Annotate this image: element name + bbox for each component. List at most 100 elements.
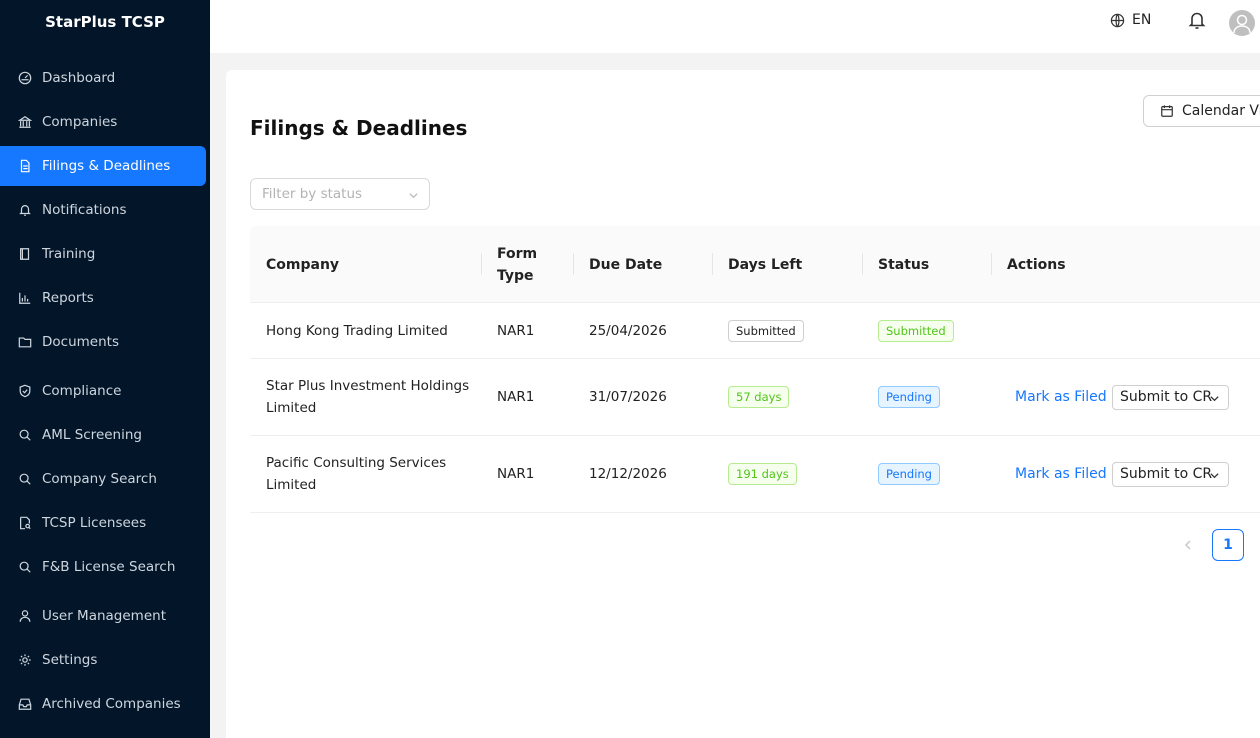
user-avatar[interactable] [1229,10,1255,36]
sidebar-item-label: Filings & Deadlines [42,158,171,174]
status-filter-placeholder: Filter by status [262,186,363,202]
bank-icon [18,115,32,129]
sidebar-item-company-search[interactable]: Company Search [0,459,206,499]
sidebar-item-label: Companies [42,114,118,130]
globe-icon [1110,13,1125,27]
sidebar-item-settings[interactable]: Settings [0,640,206,680]
sidebar-item-fb-license-search[interactable]: F&B License Search [0,547,206,587]
search-icon [18,428,32,442]
mark-as-filed-link[interactable]: Mark as Filed [1015,463,1107,485]
bar-chart-icon [18,291,32,305]
calendar-view-label: Calendar View [1182,103,1260,119]
column-divider [862,253,863,275]
sidebar-item-label: Archived Companies [42,696,181,712]
sidebar-item-label: AML Screening [42,427,142,443]
sidebar-item-aml-screening[interactable]: AML Screening [0,415,206,455]
sidebar-item-filings[interactable]: Filings & Deadlines [0,146,206,186]
sidebar-item-reports[interactable]: Reports [0,278,206,318]
file-search-icon [18,516,32,530]
sidebar-item-label: Compliance [42,383,122,399]
sidebar-item-label: Training [42,246,96,262]
sidebar-item-label: Settings [42,652,98,668]
gear-icon [18,653,32,667]
filings-table: Company Form Type Due Date Days Left Sta… [250,226,1260,513]
chevron-down-icon [1210,395,1219,401]
cell-form-type: NAR1 [497,389,535,405]
column-divider [991,253,992,275]
inbox-icon [18,697,32,711]
sidebar-item-label: TCSP Licensees [42,515,147,531]
book-icon [18,247,32,261]
submit-to-cr-select[interactable]: Submit to CR [1112,384,1229,410]
chevron-down-icon [408,189,419,200]
sidebar-item-user-management[interactable]: User Management [0,596,206,636]
calendar-view-button[interactable]: Calendar View [1143,95,1260,127]
pagination-prev-button[interactable] [1180,537,1196,553]
table-header: Company Form Type Due Date Days Left Sta… [250,226,1260,303]
days-left-badge: 57 days [728,386,790,408]
cell-company: Star Plus Investment Holdings Limited [266,378,470,416]
folder-icon [18,335,32,349]
user-icon [1233,14,1251,34]
sidebar-item-label: Documents [42,334,119,350]
sidebar-item-label: Company Search [42,471,157,487]
dashboard-icon [18,71,32,85]
days-left-badge: 191 days [728,463,797,485]
table-row: Hong Kong Trading Limited NAR1 25/04/202… [250,303,1260,359]
search-icon [18,560,32,574]
bell-icon [18,203,32,217]
status-badge: Pending [878,386,940,408]
status-badge: Submitted [878,319,954,342]
bell-icon [1188,12,1206,29]
col-header-status: Status [878,256,930,273]
cell-due-date: 25/04/2026 [589,322,667,339]
top-header: EN [210,0,1260,53]
sidebar-item-dashboard[interactable]: Dashboard [0,58,206,98]
file-icon [18,159,32,173]
sidebar: StarPlus TCSP Dashboard Companies Filing… [0,0,210,738]
col-header-company: Company [266,256,340,273]
column-divider [573,253,574,275]
col-header-days-left: Days Left [728,256,803,273]
sidebar-item-documents[interactable]: Documents [0,322,206,362]
status-filter-select[interactable]: Filter by status [250,178,430,210]
sidebar-item-compliance[interactable]: Compliance [0,371,206,411]
calendar-icon [1161,105,1173,117]
submit-to-cr-label: Submit to CR [1120,466,1213,482]
sidebar-item-label: Reports [42,290,94,306]
column-divider [481,253,482,275]
sidebar-item-tcsp-licensees[interactable]: TCSP Licensees [0,503,206,543]
table-row: Star Plus Investment Holdings Limited NA… [250,359,1260,436]
col-header-due-date: Due Date [589,256,663,273]
cell-company: Pacific Consulting Services Limited [266,455,447,493]
status-badge: Pending [878,463,940,485]
page-title: Filings & Deadlines [250,116,468,140]
column-divider [712,253,713,275]
submit-to-cr-select[interactable]: Submit to CR [1112,461,1229,487]
notifications-bell[interactable] [1188,10,1208,32]
sidebar-item-label: F&B License Search [42,559,176,575]
cell-form-type: NAR1 [497,466,535,482]
sidebar-item-training[interactable]: Training [0,234,206,274]
table-row: Pacific Consulting Services Limited NAR1… [250,436,1260,513]
days-left-badge: Submitted [728,319,804,342]
cell-due-date: 31/07/2026 [589,389,667,405]
cell-form-type: NAR1 [497,322,535,339]
col-header-actions: Actions [1007,256,1066,273]
language-selector[interactable]: EN [1110,12,1151,28]
mark-as-filed-link[interactable]: Mark as Filed [1015,386,1107,408]
sidebar-item-notifications[interactable]: Notifications [0,190,206,230]
cell-company: Hong Kong Trading Limited [266,322,448,339]
user-icon [18,609,32,623]
shield-icon [18,384,32,398]
pagination-page-1[interactable]: 1 [1212,529,1244,561]
sidebar-item-companies[interactable]: Companies [0,102,206,142]
content-card: Filings & Deadlines Calendar View Filter… [226,70,1260,738]
chevron-left-icon [1184,540,1191,550]
cell-due-date: 12/12/2026 [589,466,667,482]
sidebar-item-archived-companies[interactable]: Archived Companies [0,684,206,724]
sidebar-item-label: Dashboard [42,70,116,86]
language-label: EN [1132,12,1152,28]
brand-title: StarPlus TCSP [45,13,165,31]
sidebar-item-label: Notifications [42,202,127,218]
